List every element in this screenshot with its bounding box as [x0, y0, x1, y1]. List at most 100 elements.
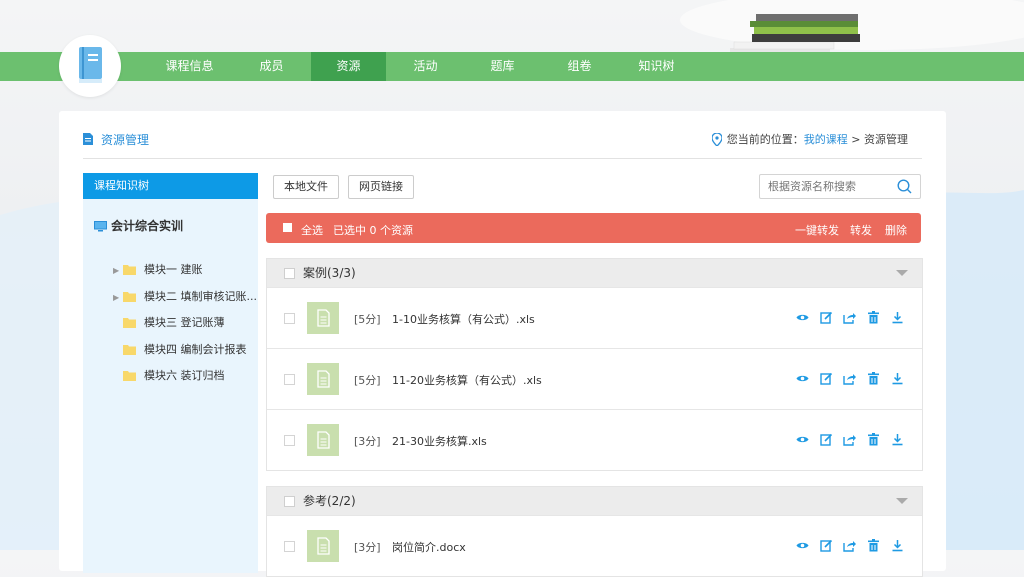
group-title: 案例(3/3): [303, 266, 356, 280]
resource-row[interactable]: [3分] 21-30业务核算.xls: [267, 409, 922, 470]
collapse-caret-icon[interactable]: [896, 498, 908, 504]
search-icon[interactable]: [897, 179, 912, 197]
download-icon[interactable]: [891, 372, 904, 388]
search-input[interactable]: [766, 175, 890, 198]
resource-name[interactable]: 岗位简介.docx: [392, 539, 466, 555]
group-header[interactable]: 案例(3/3): [267, 259, 922, 287]
share-icon[interactable]: [843, 433, 857, 449]
folder-icon: [123, 344, 136, 358]
preview-eye-icon[interactable]: [796, 311, 809, 327]
resource-row[interactable]: [5分] 11-20业务核算（有公式）.xls: [267, 348, 922, 409]
file-thumbnail-icon: [307, 302, 339, 334]
nav-item-compose-paper[interactable]: 组卷: [542, 52, 617, 81]
trash-icon[interactable]: [867, 311, 880, 327]
tree-item-label: 模块六 装订归档: [144, 369, 225, 382]
resource-name[interactable]: 11-20业务核算（有公式）.xls: [392, 372, 542, 388]
download-icon[interactable]: [891, 433, 904, 449]
share-icon[interactable]: [843, 539, 857, 555]
row-checkbox[interactable]: [284, 435, 295, 446]
local-file-button[interactable]: 本地文件: [273, 175, 339, 199]
tree-item-module-2[interactable]: ▶ 模块二 填制审核记账...: [113, 288, 257, 305]
card-header: 资源管理 您当前的位置：我的课程 > 资源管理: [83, 111, 922, 159]
download-icon[interactable]: [891, 311, 904, 327]
nav-item-course-info[interactable]: 课程信息: [152, 52, 227, 81]
trash-icon[interactable]: [867, 372, 880, 388]
group-checkbox[interactable]: [284, 496, 295, 507]
breadcrumb-separator: >: [851, 133, 861, 146]
monitor-icon: [94, 221, 107, 235]
folder-icon: [123, 370, 136, 384]
group-header[interactable]: 参考(2/2): [267, 487, 922, 515]
select-all-label[interactable]: 全选: [301, 222, 323, 238]
one-click-forward-button[interactable]: 一键转发: [795, 222, 839, 238]
select-all-checkbox[interactable]: [283, 223, 292, 232]
edit-icon[interactable]: [819, 539, 833, 555]
course-logo[interactable]: [59, 35, 121, 97]
trash-icon[interactable]: [867, 539, 880, 555]
file-thumbnail-icon: [307, 363, 339, 395]
resource-row[interactable]: [3分] 岗位简介.docx: [267, 515, 922, 576]
nav-item-members[interactable]: 成员: [234, 52, 309, 81]
preview-eye-icon[interactable]: [796, 539, 809, 555]
group-checkbox[interactable]: [284, 268, 295, 279]
resource-row[interactable]: [5分] 1-10业务核算（有公式）.xls: [267, 287, 922, 348]
nav-item-knowledge-tree[interactable]: 知识树: [619, 52, 694, 81]
resource-score: [5分]: [354, 313, 381, 326]
expand-arrow-icon[interactable]: ▶: [113, 266, 123, 275]
location-pin-icon: [711, 132, 723, 149]
row-checkbox[interactable]: [284, 313, 295, 324]
resource-search-box: [759, 174, 921, 199]
document-icon: [83, 133, 93, 148]
edit-icon[interactable]: [819, 311, 833, 327]
tree-item-module-4[interactable]: 模块四 编制会计报表: [113, 341, 247, 358]
trash-icon[interactable]: [867, 433, 880, 449]
resource-name[interactable]: 21-30业务核算.xls: [392, 433, 487, 449]
resource-group-cases: 案例(3/3) [5分] 1-10业务核算（有公式）.xls [5分] 11-2…: [266, 258, 923, 471]
resource-score: [3分]: [354, 541, 381, 554]
row-checkbox[interactable]: [284, 374, 295, 385]
tree-item-module-1[interactable]: ▶ 模块一 建账: [113, 261, 203, 278]
bulk-action-bar: 全选 已选中 0 个资源 一键转发 转发 删除: [266, 213, 921, 243]
expand-arrow-icon[interactable]: ▶: [113, 293, 123, 302]
group-title: 参考(2/2): [303, 494, 356, 508]
breadcrumb-prefix: 您当前的位置：: [726, 133, 804, 146]
delete-button[interactable]: 删除: [885, 222, 907, 238]
tree-item-label: 模块二 填制审核记账...: [144, 290, 257, 303]
share-icon[interactable]: [843, 372, 857, 388]
row-actions: [789, 539, 904, 553]
tree-item-module-3[interactable]: 模块三 登记账薄: [113, 314, 225, 331]
breadcrumb-my-courses-link[interactable]: 我的课程: [804, 133, 848, 146]
resource-management-card: 资源管理 您当前的位置：我的课程 > 资源管理 课程知识树 会计综合实训 ▶ 模块…: [59, 111, 946, 577]
folder-icon: [123, 317, 136, 331]
selected-count-text: 已选中 0 个资源: [333, 224, 413, 237]
tree-item-module-6[interactable]: 模块六 装订归档: [113, 367, 225, 384]
folder-icon: [123, 291, 136, 305]
tree-item-label: 模块三 登记账薄: [144, 316, 225, 329]
resource-group-references: 参考(2/2) [3分] 岗位简介.docx: [266, 486, 923, 577]
page-title-text: 资源管理: [101, 133, 150, 147]
edit-icon[interactable]: [819, 433, 833, 449]
resource-name[interactable]: 1-10业务核算（有公式）.xls: [392, 311, 535, 327]
edit-icon[interactable]: [819, 372, 833, 388]
download-icon[interactable]: [891, 539, 904, 555]
share-icon[interactable]: [843, 311, 857, 327]
tree-item-label: 模块四 编制会计报表: [144, 343, 247, 356]
row-checkbox[interactable]: [284, 541, 295, 552]
web-link-button[interactable]: 网页链接: [348, 175, 414, 199]
sidebar-header: 课程知识树: [83, 173, 258, 199]
resource-score: [3分]: [354, 435, 381, 448]
tree-root-node[interactable]: 会计综合实训: [94, 217, 183, 235]
row-actions: [789, 311, 904, 325]
preview-eye-icon[interactable]: [796, 372, 809, 388]
nav-item-question-bank[interactable]: 题库: [465, 52, 540, 81]
nav-item-resources[interactable]: 资源: [311, 52, 386, 81]
row-actions: [789, 433, 904, 447]
nav-item-activities[interactable]: 活动: [388, 52, 463, 81]
preview-eye-icon[interactable]: [796, 433, 809, 449]
tree-item-label: 模块一 建账: [144, 263, 203, 276]
collapse-caret-icon[interactable]: [896, 270, 908, 276]
book-icon: [79, 47, 102, 83]
file-thumbnail-icon: [307, 530, 339, 562]
row-actions: [789, 372, 904, 386]
forward-button[interactable]: 转发: [850, 222, 872, 238]
